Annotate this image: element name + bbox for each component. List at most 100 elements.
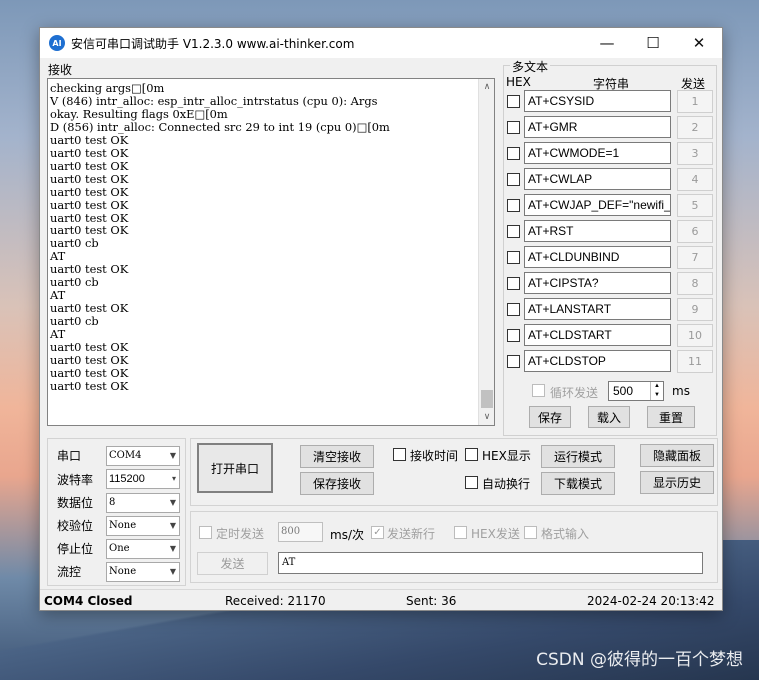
loop-send-label: 循环发送 [550,386,599,400]
command-input[interactable]: AT+CLDSTOP [524,350,671,372]
title-bar[interactable]: AI 安信可串口调试助手 V1.2.3.0 www.ai-thinker.com… [40,28,722,58]
command-input[interactable]: AT+CWMODE=1 [524,142,671,164]
auto-wrap-checkbox[interactable] [465,476,478,489]
dropdown-arrow-icon: ▼ [169,498,176,507]
save-button[interactable]: 保存 [529,406,571,428]
command-row: AT+CLDUNBIND 7 [504,246,718,269]
scroll-down-icon[interactable]: ∨ [479,409,495,425]
show-history-button[interactable]: 显示历史 [640,471,714,494]
timed-send-checkbox[interactable] [199,526,212,539]
command-row: AT+CLDSTART 10 [504,324,718,347]
maximize-button[interactable]: ☐ [630,28,676,58]
run-mode-button[interactable]: 运行模式 [541,445,615,468]
format-input-label: 格式输入 [541,527,590,541]
close-button[interactable]: ✕ [676,28,722,58]
command-input[interactable]: AT+CSYSID [524,90,671,112]
send-button[interactable]: 发送 [197,552,268,575]
hex-checkbox[interactable] [507,199,520,212]
multi-text-panel: 多文本 HEX 字符串 发送 AT+CSYSID 1 AT+GMR 2 AT+C… [503,58,718,436]
app-window: AI 安信可串口调试助手 V1.2.3.0 www.ai-thinker.com… [39,27,723,611]
receive-time-checkbox[interactable] [393,448,406,461]
hex-checkbox[interactable] [507,329,520,342]
command-row: AT+RST 6 [504,220,718,243]
command-input[interactable]: AT+CWLAP [524,168,671,190]
port-status: COM4 Closed [44,594,133,608]
download-mode-button[interactable]: 下载模式 [541,472,615,495]
receive-text[interactable]: checking args□[0m V (846) intr_alloc: es… [48,79,478,425]
hex-send-label: HEX发送 [471,527,520,541]
send-command-button[interactable]: 11 [677,350,713,373]
baud-select[interactable]: 115200 ▾ [106,469,180,489]
loop-send-checkbox[interactable] [532,384,545,397]
data-bits-select[interactable]: 8 ▼ [106,493,180,513]
command-input[interactable]: AT+RST [524,220,671,242]
hex-send-checkbox[interactable] [454,526,467,539]
port-value: COM4 [109,450,142,461]
format-input-checkbox[interactable] [524,526,537,539]
hex-checkbox[interactable] [507,121,520,134]
send-command-button[interactable]: 1 [677,90,713,113]
command-row: AT+LANSTART 9 [504,298,718,321]
hex-checkbox[interactable] [507,251,520,264]
send-group: 定时发送 800 ms/次 ✓ 发送新行 HEX发送 格式输入 发送 AT [190,511,718,583]
dropdown-arrow-icon: ▼ [169,544,176,553]
send-newline-checkbox[interactable]: ✓ [371,526,384,539]
send-command-button[interactable]: 10 [677,324,713,347]
flow-control-select[interactable]: None ▼ [106,562,180,582]
load-button[interactable]: 载入 [588,406,630,428]
command-input[interactable]: AT+GMR [524,116,671,138]
receive-scrollbar[interactable]: ∧ ∨ [478,79,494,425]
clear-receive-button[interactable]: 清空接收 [300,445,374,468]
received-count: Received: 21170 [225,594,326,608]
command-input[interactable]: AT+CLDUNBIND [524,246,671,268]
multi-text-title: 多文本 [510,58,551,75]
dropdown-arrow-icon: ▼ [169,567,176,576]
parity-value: None [109,520,137,531]
hex-checkbox[interactable] [507,303,520,316]
baud-value: 115200 [109,473,145,485]
receive-time-label: 接收时间 [410,449,459,463]
hex-checkbox[interactable] [507,95,520,108]
data-bits-value: 8 [109,497,116,508]
send-command-button[interactable]: 9 [677,298,713,321]
command-row: AT+CWMODE=1 3 [504,142,718,165]
send-command-button[interactable]: 7 [677,246,713,269]
send-command-button[interactable]: 5 [677,194,713,217]
period-unit-label: ms/次 [330,528,364,542]
csdn-watermark: CSDN @彼得的一百个梦想 [536,650,743,670]
send-command-button[interactable]: 6 [677,220,713,243]
scroll-thumb[interactable] [481,390,493,408]
receive-area[interactable]: checking args□[0m V (846) intr_alloc: es… [47,78,495,426]
scroll-up-icon[interactable]: ∧ [479,79,495,95]
send-command-button[interactable]: 8 [677,272,713,295]
hex-checkbox[interactable] [507,173,520,186]
save-receive-button[interactable]: 保存接收 [300,472,374,495]
hex-checkbox[interactable] [507,147,520,160]
command-input[interactable]: AT+CLDSTART [524,324,671,346]
period-input[interactable]: 800 [278,522,323,542]
hex-checkbox[interactable] [507,277,520,290]
open-port-button[interactable]: 打开串口 [197,443,273,493]
command-input[interactable]: AT+LANSTART [524,298,671,320]
loop-interval-input[interactable]: 500 ▲ ▼ [608,381,664,401]
hide-panel-button[interactable]: 隐藏面板 [640,444,714,467]
command-input[interactable]: AT+CWJAP_DEF="newifi_ [524,194,671,216]
reset-button[interactable]: 重置 [647,406,695,428]
spin-arrows-icon[interactable]: ▲ ▼ [650,382,663,400]
stop-bits-select[interactable]: One ▼ [106,539,180,559]
hex-checkbox[interactable] [507,225,520,238]
app-logo-icon: AI [49,35,65,51]
loop-unit-label: ms [672,384,690,398]
parity-label: 校验位 [57,519,94,533]
send-command-button[interactable]: 3 [677,142,713,165]
hex-checkbox[interactable] [507,355,520,368]
command-input[interactable]: AT+CIPSTA? [524,272,671,294]
port-select[interactable]: COM4 ▼ [106,446,180,466]
minimize-button[interactable]: — [584,28,630,58]
hex-display-checkbox[interactable] [465,448,478,461]
send-command-button[interactable]: 2 [677,116,713,139]
send-input[interactable]: AT [278,552,703,574]
send-command-button[interactable]: 4 [677,168,713,191]
parity-select[interactable]: None ▼ [106,516,180,536]
send-newline-label: 发送新行 [387,527,436,541]
